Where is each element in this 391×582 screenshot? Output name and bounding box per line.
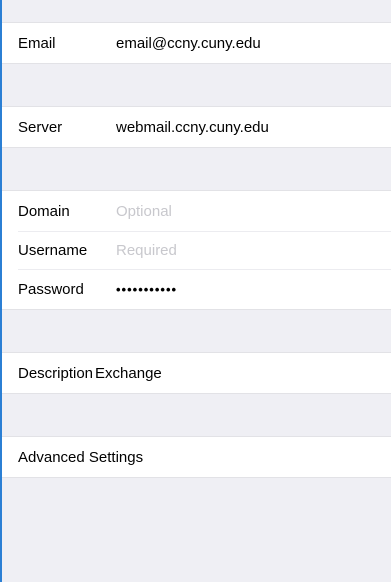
password-label: Password [18,280,84,298]
password-row[interactable]: Password ••••••••••• [2,269,391,309]
section-gap [2,148,391,190]
advanced-settings-label: Advanced Settings [18,448,144,466]
email-row[interactable]: Email email@ccny.cuny.edu [2,23,391,63]
email-group: Email email@ccny.cuny.edu [2,22,391,64]
description-row[interactable]: Description Exchange [2,353,391,393]
domain-row[interactable]: Domain [2,191,391,231]
username-row[interactable]: Username [2,231,391,269]
section-gap [2,394,391,436]
section-gap [2,0,391,22]
email-label: Email [18,34,56,52]
server-group: Server webmail.ccny.cuny.edu [2,106,391,148]
description-label: Description [18,364,94,382]
advanced-settings-row[interactable]: Advanced Settings [2,437,391,477]
server-row[interactable]: Server webmail.ccny.cuny.edu [2,107,391,147]
domain-field[interactable] [116,202,336,220]
server-field[interactable]: webmail.ccny.cuny.edu [116,119,269,136]
credentials-group: Domain Username Password ••••••••••• [2,190,391,310]
section-gap [2,310,391,352]
section-gap [2,64,391,106]
description-field[interactable]: Exchange [95,365,162,382]
advanced-group: Advanced Settings [2,436,391,478]
username-field[interactable] [116,241,336,259]
server-label: Server [18,118,63,136]
description-group: Description Exchange [2,352,391,394]
domain-label: Domain [18,202,70,220]
username-label: Username [18,241,88,259]
password-field[interactable]: ••••••••••• [116,282,177,297]
email-field[interactable]: email@ccny.cuny.edu [116,35,261,52]
exchange-account-form: Email email@ccny.cuny.edu Server webmail… [0,0,391,582]
